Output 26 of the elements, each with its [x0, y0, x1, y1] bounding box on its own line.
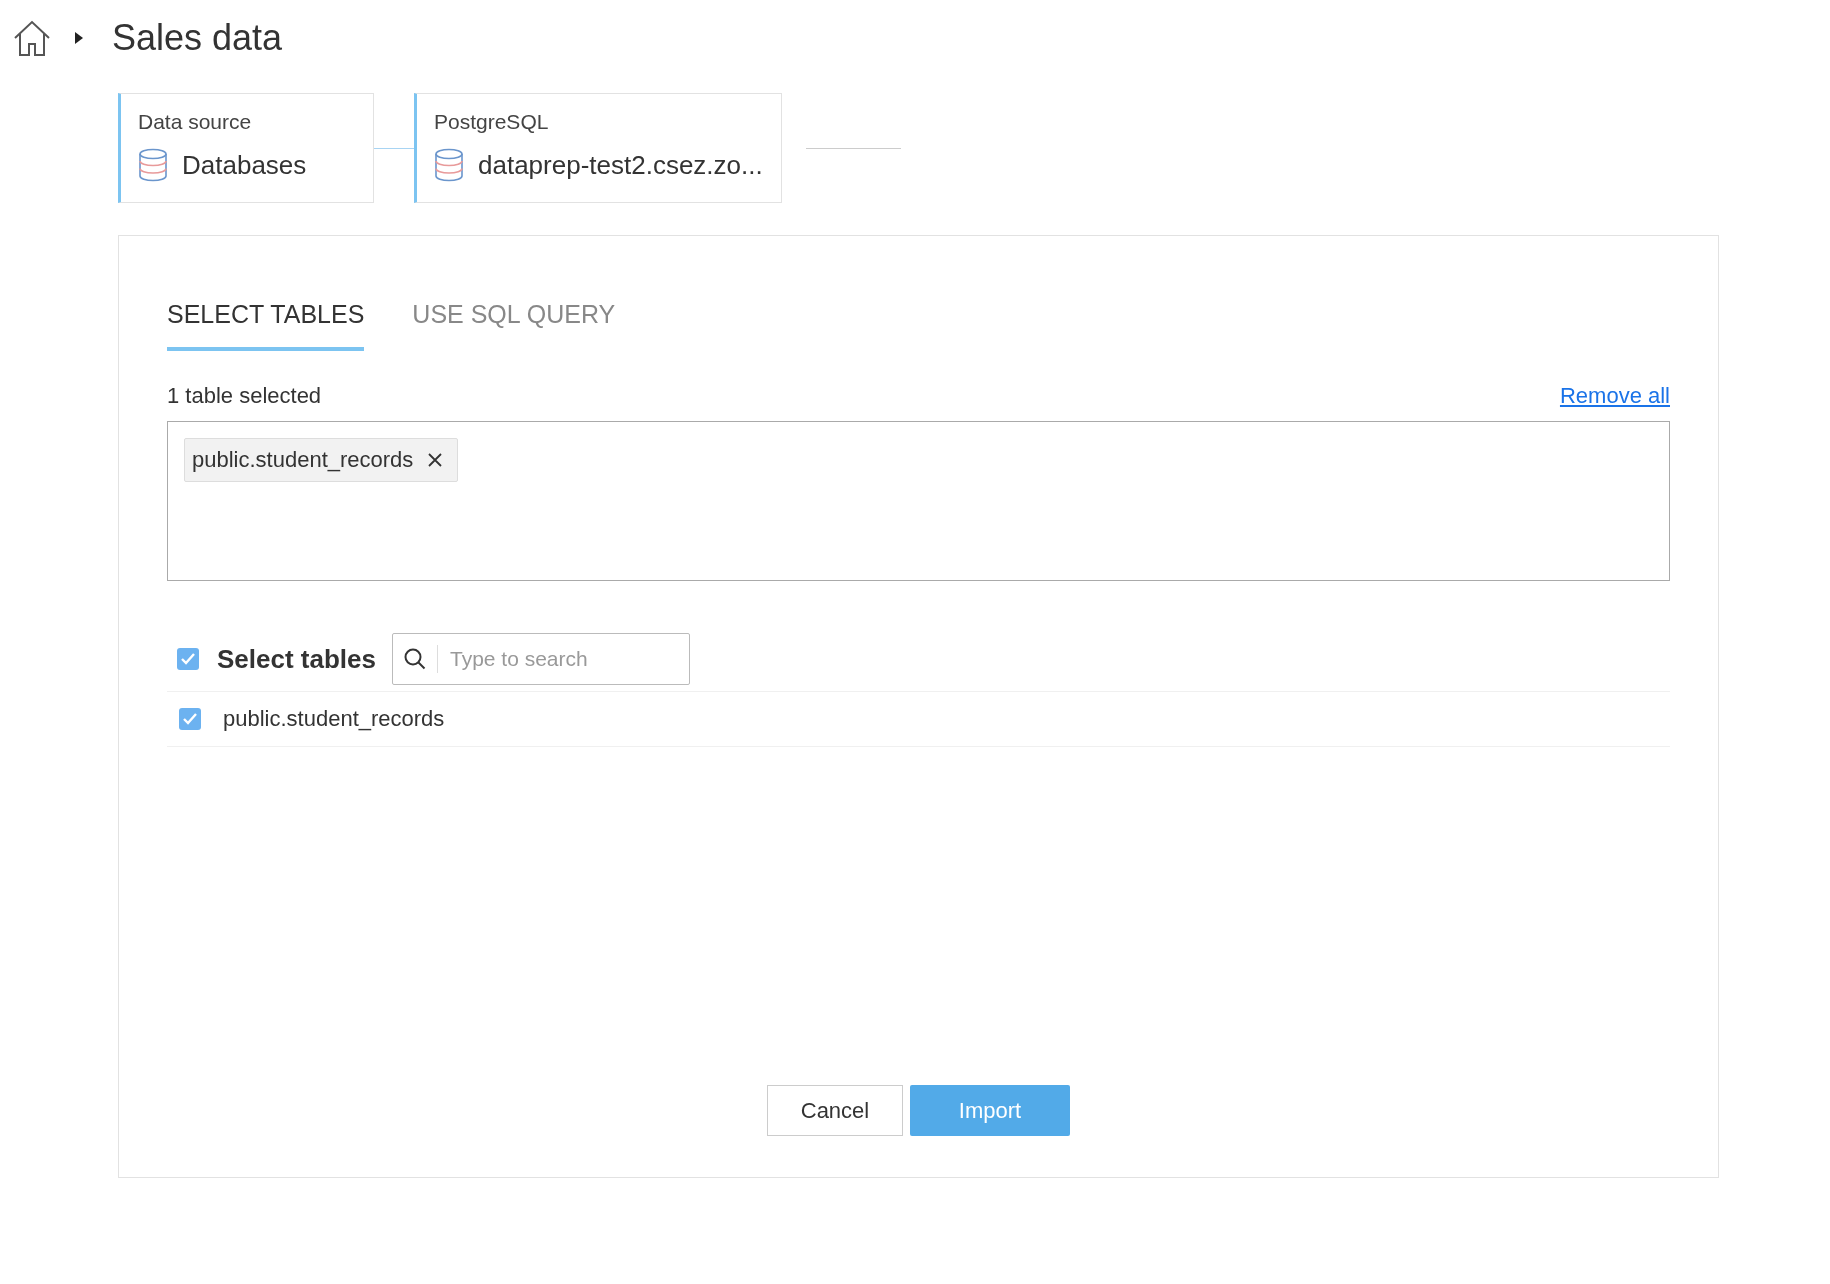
tab[interactable]: USE SQL QUERY [412, 300, 616, 351]
search-icon [403, 647, 427, 671]
step-card[interactable]: PostgreSQL dataprep-test2.csez.zo... [414, 93, 782, 203]
select-tables-label: Select tables [217, 643, 376, 675]
home-icon[interactable] [12, 19, 52, 57]
search-field[interactable]: Type to search [392, 633, 690, 685]
remove-all-link[interactable]: Remove all [1559, 383, 1670, 409]
cancel-button[interactable]: Cancel [767, 1085, 903, 1136]
close-icon[interactable] [427, 452, 444, 468]
step-value: Databases [182, 149, 307, 181]
caret-icon [74, 31, 84, 45]
database-icon [138, 148, 168, 182]
step-label: Data source [138, 110, 253, 134]
chip-label: public.student_records [192, 447, 414, 473]
step-card[interactable]: Data source Databases [118, 93, 374, 203]
step-label: PostgreSQL [434, 110, 550, 134]
checkmark-icon [180, 652, 196, 666]
table-name: public.student_records [223, 706, 445, 732]
checkbox[interactable] [179, 708, 201, 730]
step-value: dataprep-test2.csez.zo... [478, 149, 763, 181]
checkbox[interactable] [177, 648, 199, 670]
page-title: Sales data [112, 17, 283, 59]
checkmark-icon [182, 712, 198, 726]
selection-count: 1 table selected [167, 383, 322, 409]
database-icon [434, 148, 464, 182]
tab[interactable]: SELECT TABLES [167, 300, 365, 351]
